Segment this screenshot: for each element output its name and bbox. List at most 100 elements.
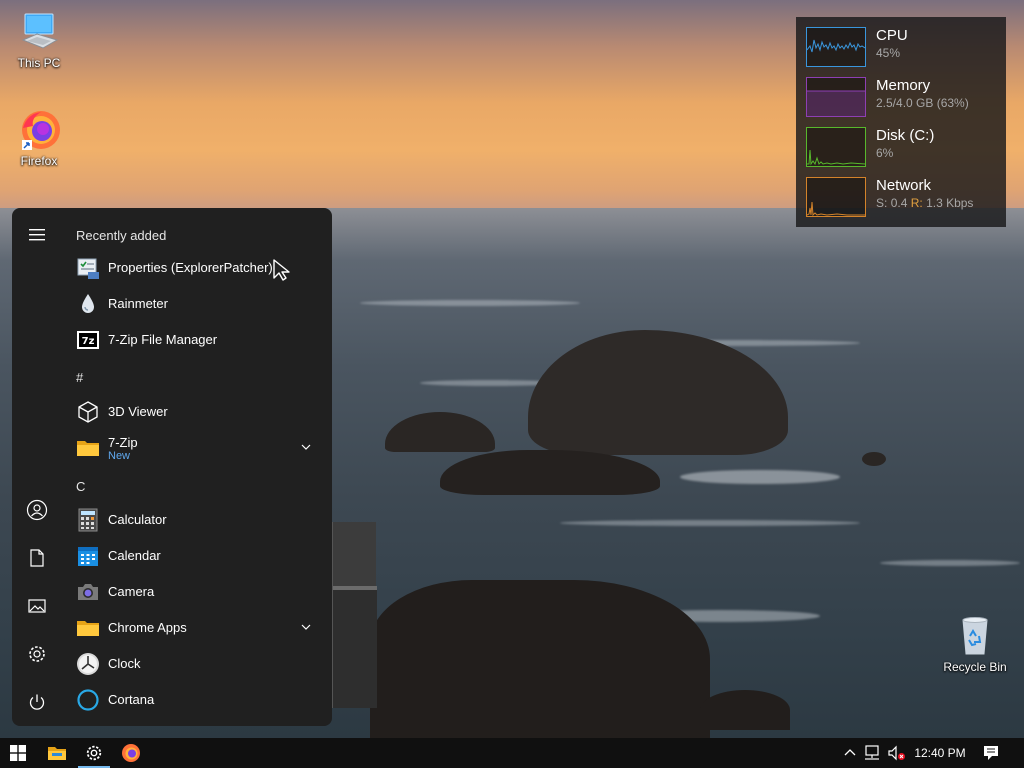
- 7zip-icon: 7z: [77, 331, 99, 349]
- app-label: Camera: [108, 584, 155, 599]
- folder-icon: [77, 441, 99, 456]
- memory-graph: [806, 77, 866, 117]
- app-label: 7-Zip: [108, 435, 138, 450]
- this-pc-icon: [17, 10, 61, 54]
- user-icon: [26, 499, 48, 521]
- taskbar-clock[interactable]: 12:40 PM: [912, 738, 968, 768]
- desktop-icon-label: Recycle Bin: [943, 660, 1007, 674]
- cortana-icon: [77, 689, 99, 711]
- user-account-button[interactable]: [20, 493, 54, 527]
- foreground-rock: [370, 580, 710, 738]
- power-button[interactable]: [20, 685, 54, 719]
- tray-network[interactable]: [862, 738, 884, 768]
- taskbar: 12:40 PM: [0, 738, 1024, 768]
- network-sent-label: S:: [876, 196, 888, 210]
- wave: [880, 560, 1020, 566]
- folder-icon: [77, 621, 99, 636]
- start-menu: Recently added Properties (ExplorerPatch…: [12, 208, 332, 726]
- app-label: Calendar: [108, 548, 161, 563]
- tray-overflow-button[interactable]: [840, 738, 860, 768]
- firefox-icon: [122, 744, 140, 762]
- windows-logo-icon: [10, 745, 26, 761]
- network-monitor: Network S: 0.4 R: 1.3 Kbps: [806, 177, 1001, 217]
- background-window[interactable]: [332, 522, 377, 708]
- desktop-icon-label: Firefox: [20, 154, 58, 168]
- app-label: Calculator: [108, 512, 167, 527]
- disk-title: Disk (C:): [876, 127, 935, 144]
- rainmeter-drop-icon: [82, 294, 94, 313]
- new-badge: New: [108, 450, 131, 462]
- wave: [560, 520, 860, 526]
- taskbar-firefox[interactable]: [113, 738, 149, 768]
- app-item-calculator[interactable]: Calculator: [74, 503, 324, 537]
- cpu-value: 45%: [876, 46, 901, 60]
- app-label: Properties (ExplorerPatcher): [108, 260, 273, 275]
- rock: [700, 690, 790, 730]
- hamburger-button[interactable]: [20, 218, 54, 252]
- recycle-bin-icon: [953, 614, 997, 658]
- system-monitor-widget: CPU 45% Memory 2.5/4.0 GB (63%) Disk (C:…: [796, 17, 1006, 227]
- app-label: 7-Zip File Manager: [108, 332, 218, 347]
- action-center-icon: [984, 746, 998, 760]
- app-item-3d-viewer[interactable]: 3D Viewer: [74, 395, 324, 429]
- memory-value: 2.5/4.0 GB (63%): [876, 96, 969, 110]
- power-icon: [29, 694, 45, 710]
- camera-icon: [78, 584, 98, 600]
- network-value: S: 0.4 R: 1.3 Kbps: [876, 196, 973, 210]
- mouse-cursor-icon: [273, 259, 290, 281]
- firefox-icon: [17, 108, 61, 152]
- network-sent-value: 0.4: [890, 196, 908, 210]
- start-button[interactable]: [0, 738, 36, 768]
- taskbar-settings[interactable]: [76, 738, 112, 768]
- disk-value: 6%: [876, 146, 894, 160]
- desktop-icon-this-pc[interactable]: This PC: [7, 10, 71, 70]
- app-folder-chrome-apps[interactable]: Chrome Apps: [74, 611, 324, 645]
- desktop-icon-firefox[interactable]: Firefox: [7, 108, 71, 168]
- app-item-clock[interactable]: Clock: [74, 647, 324, 681]
- app-item-rainmeter[interactable]: Rainmeter: [74, 287, 324, 321]
- pictures-icon: [28, 599, 46, 613]
- documents-button[interactable]: [20, 541, 54, 575]
- section-header-recently-added: Recently added: [76, 228, 167, 243]
- tray-volume[interactable]: [886, 738, 908, 768]
- chevron-down-icon[interactable]: [300, 621, 312, 633]
- app-label: Clock: [108, 656, 141, 671]
- app-item-camera[interactable]: Camera: [74, 575, 324, 609]
- app-label: Rainmeter: [108, 296, 168, 311]
- action-center-button[interactable]: [974, 738, 1008, 768]
- volume-muted-icon: [888, 745, 905, 761]
- network-recv-label: R:: [910, 196, 923, 210]
- settings-button[interactable]: [20, 637, 54, 671]
- section-header-c[interactable]: C: [76, 479, 85, 494]
- rock: [862, 452, 886, 466]
- calendar-icon: [78, 547, 98, 566]
- wave: [680, 470, 840, 484]
- chevron-down-icon[interactable]: [300, 441, 312, 453]
- app-item-cortana[interactable]: Cortana: [74, 683, 324, 717]
- cube-icon: [78, 401, 98, 423]
- section-header-hash[interactable]: #: [76, 370, 83, 385]
- app-item-7zip-file-manager[interactable]: 7z 7-Zip File Manager: [74, 323, 324, 357]
- svg-text:7z: 7z: [82, 336, 95, 347]
- app-folder-7zip[interactable]: 7-Zip New: [74, 431, 324, 465]
- app-label: Cortana: [108, 692, 155, 707]
- memory-title: Memory: [876, 77, 931, 94]
- wave: [360, 300, 580, 306]
- desktop-icon-label: This PC: [17, 56, 61, 70]
- chevron-up-icon: [844, 749, 856, 756]
- taskbar-file-explorer[interactable]: [39, 738, 75, 768]
- disk-monitor: Disk (C:) 6%: [806, 127, 1001, 167]
- pictures-button[interactable]: [20, 589, 54, 623]
- start-menu-rail: [12, 208, 62, 726]
- app-item-calendar[interactable]: Calendar: [74, 539, 324, 573]
- gear-icon: [29, 646, 45, 662]
- desktop-icon-recycle-bin[interactable]: Recycle Bin: [940, 614, 1010, 674]
- hamburger-icon: [29, 229, 45, 241]
- network-recv-value: 1.3 Kbps: [926, 196, 974, 210]
- start-app-list: Recently added Properties (ExplorerPatch…: [68, 208, 332, 726]
- calculator-icon: [78, 508, 98, 532]
- app-label: 3D Viewer: [108, 404, 168, 419]
- clock-icon: [77, 653, 99, 675]
- network-graph: [806, 177, 866, 217]
- cpu-title: CPU: [876, 27, 908, 44]
